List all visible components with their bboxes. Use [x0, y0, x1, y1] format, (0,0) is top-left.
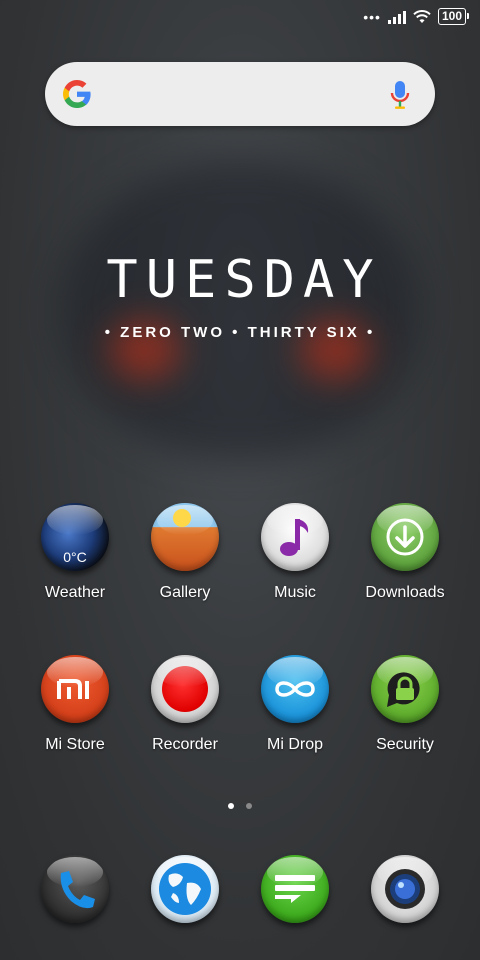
app-recorder[interactable]: Recorder: [130, 655, 240, 754]
browser-icon: [151, 855, 219, 923]
app-security[interactable]: Security: [350, 655, 460, 754]
page-dot-2[interactable]: [246, 803, 252, 809]
notification-dots-icon: •••: [363, 8, 381, 25]
app-label-mi-drop: Mi Drop: [266, 736, 323, 753]
phone-handset-glyph: [60, 871, 95, 909]
google-search-bar[interactable]: [45, 62, 435, 126]
mic-icon[interactable]: [389, 80, 411, 110]
music-note-glyph: [280, 519, 309, 556]
signal-icon: [387, 10, 406, 24]
status-icons: ••• 100: [363, 8, 470, 25]
lock-bubble-glyph: [387, 672, 420, 707]
download-arrow-glyph: [386, 518, 424, 556]
dock-messages[interactable]: [240, 855, 350, 923]
google-g-icon: [63, 80, 91, 108]
app-weather[interactable]: 0°C Weather: [20, 503, 130, 602]
recorder-icon: [151, 655, 219, 723]
app-gallery[interactable]: Gallery: [130, 503, 240, 602]
music-icon: [261, 503, 329, 571]
app-downloads[interactable]: Downloads: [350, 503, 460, 602]
mi-drop-icon: [261, 655, 329, 723]
page-dot-1[interactable]: [228, 803, 234, 809]
page-indicator: [0, 803, 480, 809]
camera-lens-glyph: [385, 869, 425, 909]
globe-glyph: [159, 863, 211, 915]
dock-phone[interactable]: [20, 855, 130, 923]
app-mi-drop[interactable]: Mi Drop: [240, 655, 350, 754]
clock-widget[interactable]: TUESDAY • ZERO TWO • THIRTY SIX •: [0, 250, 480, 341]
app-label-recorder: Recorder: [152, 736, 218, 753]
app-label-gallery: Gallery: [159, 584, 211, 601]
app-grid-row-2: Mi Store Recorder Mi Drop Security: [20, 655, 460, 754]
wifi-icon: [413, 9, 431, 23]
phone-icon: [41, 855, 109, 923]
security-icon: [371, 655, 439, 723]
app-mi-store[interactable]: Mi Store: [20, 655, 130, 754]
mi-store-icon: [41, 655, 109, 723]
app-label-weather: Weather: [44, 584, 106, 601]
dock-browser[interactable]: [130, 855, 240, 923]
weather-temperature: 0°C: [63, 549, 87, 565]
dock-camera[interactable]: [350, 855, 460, 923]
dock: [20, 855, 460, 923]
time-text: • ZERO TWO • THIRTY SIX •: [104, 324, 376, 341]
chat-bubble-glyph: [275, 875, 315, 903]
app-label-mi-store: Mi Store: [45, 736, 105, 753]
battery-indicator: 100: [437, 8, 470, 25]
gallery-icon: [151, 503, 219, 571]
app-label-security: Security: [376, 736, 434, 753]
day-label: TUESDAY: [106, 250, 382, 310]
camera-icon: [371, 855, 439, 923]
mi-logo-glyph: [57, 679, 89, 699]
app-grid-row-1: 0°C Weather Gallery Music Downloads: [20, 503, 460, 602]
status-bar: ••• 100: [0, 0, 480, 34]
downloads-icon: [371, 503, 439, 571]
infinity-glyph: [275, 681, 315, 697]
weather-icon: 0°C: [41, 503, 109, 571]
app-label-music: Music: [274, 584, 316, 601]
messages-icon: [261, 855, 329, 923]
app-music[interactable]: Music: [240, 503, 350, 602]
app-label-downloads: Downloads: [365, 584, 445, 601]
record-dot-shape: [162, 666, 208, 712]
gallery-sun-shape: [173, 509, 191, 527]
